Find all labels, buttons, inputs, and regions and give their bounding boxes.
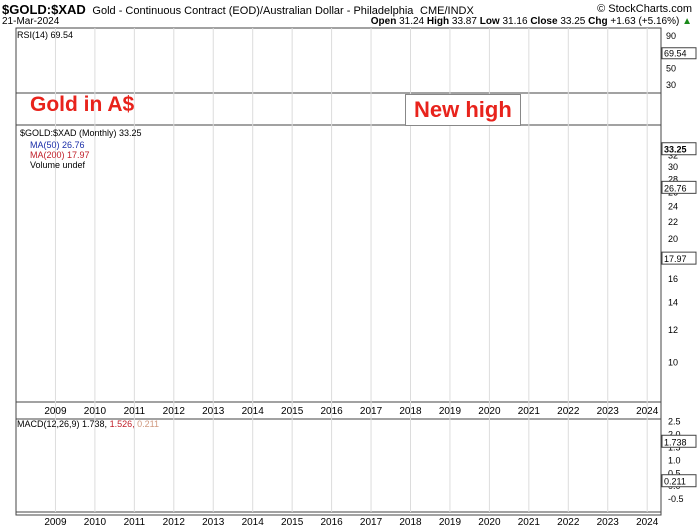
macd-tick-label: -0.5 xyxy=(668,494,684,504)
x-tick-label: 2011 xyxy=(124,517,146,528)
price-tick-label: 30 xyxy=(668,162,678,172)
macd-label: MACD(12,26,9) 1.738, 1.526, 0.211 xyxy=(17,419,159,429)
date-label: 21-Mar-2024 xyxy=(2,16,60,27)
x-tick-label: 2016 xyxy=(320,406,343,417)
price-value-tag-text: 17.97 xyxy=(664,254,687,264)
x-tick-label: 2022 xyxy=(557,406,580,417)
chart-canvas: 3050709069.54 10121416182022242628303233… xyxy=(15,27,697,528)
x-tick-label: 2014 xyxy=(242,517,265,528)
chg-label: Chg xyxy=(588,16,608,27)
x-tick-label: 2021 xyxy=(518,517,541,528)
chart-header: $GOLD:$XAD Gold - Continuous Contract (E… xyxy=(2,2,474,17)
x-tick-label: 2011 xyxy=(124,406,146,417)
macd-legend-macd: MACD(12,26,9) 1.738, xyxy=(17,419,108,429)
x-tick-label: 2013 xyxy=(202,517,225,528)
low-value: 31.16 xyxy=(502,16,528,27)
price-tick-label: 14 xyxy=(668,298,678,308)
annotation-new-high: New high xyxy=(405,94,521,126)
price-tick-label: 10 xyxy=(668,357,678,367)
x-tick-label: 2020 xyxy=(478,406,501,417)
high-value: 33.87 xyxy=(451,16,477,27)
price-value-tag-text: 26.76 xyxy=(664,183,687,193)
x-tick-label: 2018 xyxy=(399,406,422,417)
price-tick-label: 20 xyxy=(668,234,678,244)
x-tick-label: 2018 xyxy=(399,517,422,528)
chg-value: +1.63 (+5.16%) xyxy=(610,16,680,27)
x-tick-label: 2020 xyxy=(478,517,501,528)
price-label: $GOLD:$XAD (Monthly) 33.25 xyxy=(20,128,142,138)
x-tick-label: 2009 xyxy=(44,406,67,417)
macd-legend-hist: 0.211 xyxy=(137,419,159,429)
symbol-description: Gold - Continuous Contract (EOD)/Austral… xyxy=(92,5,414,17)
rsi-label: RSI(14) 69.54 xyxy=(17,30,74,40)
rsi-tick-label: 50 xyxy=(666,64,676,74)
x-tick-label: 2023 xyxy=(597,517,620,528)
rsi-last-value: 69.54 xyxy=(664,49,687,59)
brand-label: © StockCharts.com xyxy=(597,3,692,15)
x-tick-label: 2024 xyxy=(636,517,659,528)
rsi-tick-label: 90 xyxy=(666,31,676,41)
price-tick-label: 24 xyxy=(668,202,678,212)
x-tick-label: 2009 xyxy=(44,517,67,528)
x-tick-label: 2019 xyxy=(439,517,462,528)
price-tick-label: 12 xyxy=(668,325,678,335)
close-label: Close xyxy=(530,16,558,27)
x-tick-label: 2019 xyxy=(439,406,462,417)
volume-legend: Volume undef xyxy=(30,160,86,170)
low-label: Low xyxy=(479,16,500,27)
x-tick-label: 2010 xyxy=(84,517,107,528)
open-value: 31.24 xyxy=(399,16,425,27)
close-value: 33.25 xyxy=(560,16,586,27)
symbol-label: $GOLD:$XAD xyxy=(2,2,86,17)
x-tick-label: 2012 xyxy=(163,406,186,417)
high-label: High xyxy=(426,16,450,27)
x-tick-label: 2017 xyxy=(360,406,383,417)
x-tick-label: 2021 xyxy=(518,406,541,417)
macd-tick-label: 1.0 xyxy=(668,455,681,465)
x-tick-label: 2023 xyxy=(597,406,620,417)
up-arrow-icon: ▲ xyxy=(682,16,692,27)
x-tick-label: 2010 xyxy=(84,406,107,417)
macd-value-tag-text: 0.211 xyxy=(664,477,686,487)
price-tick-label: 22 xyxy=(668,217,678,227)
ma200-legend: MA(200) 17.97 xyxy=(30,150,90,160)
x-tick-label: 2022 xyxy=(557,517,580,528)
x-tick-label: 2014 xyxy=(242,406,265,417)
annotation-title: Gold in A$ xyxy=(30,93,135,116)
x-tick-label: 2024 xyxy=(636,406,659,417)
price-value-tag-text: 33.25 xyxy=(664,145,687,155)
rsi-tick-label: 30 xyxy=(666,80,676,90)
macd-legend-signal: 1.526, xyxy=(109,419,135,429)
open-label: Open xyxy=(370,16,397,27)
price-tick-label: 16 xyxy=(668,274,678,284)
x-tick-label: 2015 xyxy=(281,406,304,417)
x-tick-label: 2013 xyxy=(202,406,225,417)
ma50-legend: MA(50) 26.76 xyxy=(30,140,85,150)
ohlc-readout: Open 31.24 High 33.87 Low 31.16 Close 33… xyxy=(371,16,692,27)
macd-value-tag-text: 1.738 xyxy=(664,437,687,447)
x-tick-label: 2016 xyxy=(320,517,343,528)
x-tick-label: 2015 xyxy=(281,517,304,528)
macd-tick-label: 2.5 xyxy=(668,417,681,427)
x-tick-label: 2017 xyxy=(360,517,383,528)
x-tick-label: 2012 xyxy=(163,517,186,528)
